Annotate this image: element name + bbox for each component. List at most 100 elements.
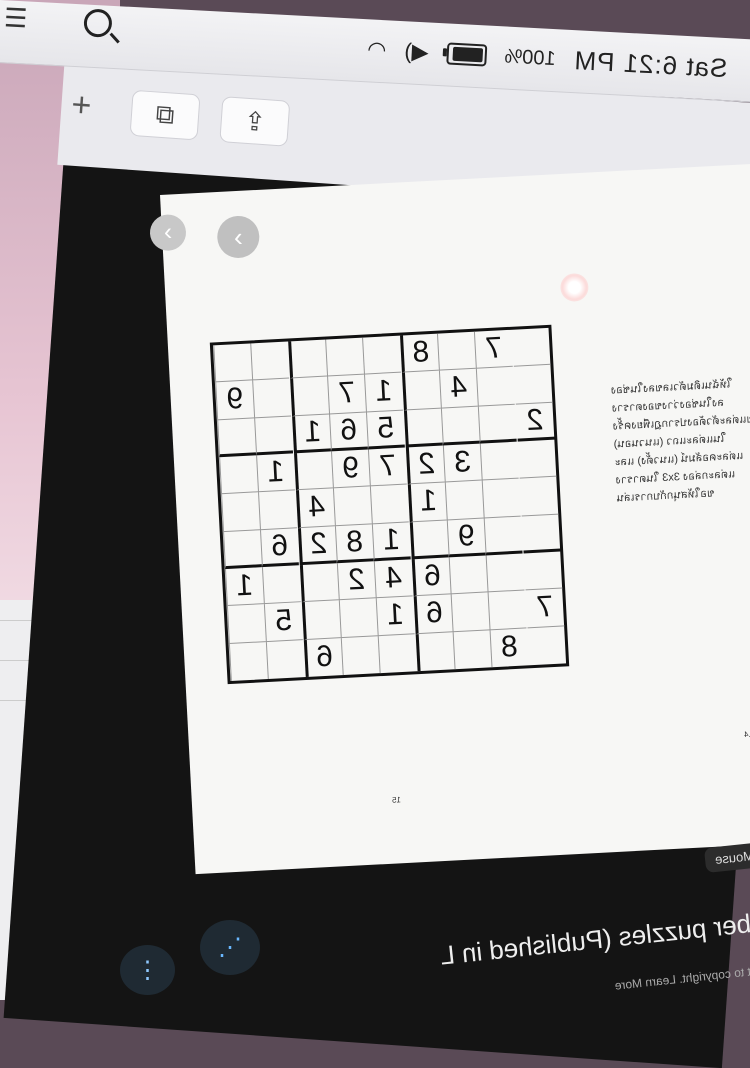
sudoku-cell (250, 341, 290, 381)
sudoku-cell (517, 439, 557, 479)
sudoku-cell: 1 (256, 453, 296, 493)
sudoku-cell (293, 451, 333, 491)
sudoku-cell: 7 (367, 447, 408, 487)
sudoku-cell (403, 408, 443, 448)
sudoku-cell: 4 (373, 559, 414, 599)
sudoku-cell: 4 (295, 488, 335, 528)
clock: Sat 6:21 PM (572, 44, 729, 83)
sudoku-cell (226, 604, 266, 644)
sudoku-cell: 2 (336, 561, 376, 601)
sudoku-cell: 8 (334, 524, 374, 564)
sudoku-cell: 5 (365, 410, 406, 450)
sudoku-cell (414, 631, 455, 672)
sudoku-cell (452, 630, 492, 670)
sudoku-cell: 2 (297, 525, 337, 566)
battery-percent: 100% (503, 44, 557, 70)
sudoku-cell (522, 551, 563, 591)
page-number: 14 (743, 729, 750, 740)
sudoku-cell (216, 418, 257, 458)
sudoku-cell (265, 639, 306, 680)
sudoku-cell: 7 (326, 374, 366, 415)
sudoku-cell: 1 (375, 596, 415, 636)
sudoku-cell (409, 520, 449, 560)
mouse-badge[interactable]: Mouse (703, 841, 750, 874)
sudoku-cell (477, 404, 518, 444)
sudoku-cell (436, 331, 476, 371)
sudoku-cell: 9 (330, 449, 370, 489)
sudoku-cell (401, 370, 441, 411)
share-button[interactable]: ⇪ (219, 96, 291, 147)
sudoku-cell: 6 (259, 527, 300, 568)
sudoku-cell: 1 (407, 482, 447, 523)
sudoku-cell (450, 592, 490, 632)
copy-icon: ⧉ (154, 98, 176, 130)
sudoku-cell (222, 529, 262, 570)
sudoku-cell (220, 492, 260, 532)
sudoku-cell (520, 514, 561, 554)
sudoku-cell: 1 (224, 567, 264, 607)
sudoku-cell: 4 (438, 369, 478, 409)
sudoku-cell: 6 (413, 594, 453, 634)
sudoku-cell (511, 327, 551, 368)
sudoku-cell: 1 (371, 522, 412, 562)
sudoku-cell (448, 555, 488, 595)
sudoku-cell: 8 (489, 628, 529, 668)
sudoku-cell (513, 365, 553, 405)
sudoku-cell: 9 (214, 380, 255, 420)
sudoku-cell: 1 (364, 372, 404, 413)
sudoku-cell: 1 (291, 414, 331, 454)
page-number: 15 (391, 795, 402, 805)
sudoku-cell (218, 455, 259, 495)
sudoku-cell: 6 (303, 637, 343, 678)
sudoku-cell (444, 480, 484, 521)
sudoku-cell: 9 (446, 518, 486, 558)
sudoku-cell (475, 367, 516, 407)
sudoku-grid: 87971416521972341628191246516768 (209, 324, 570, 685)
forward-button[interactable]: ‹ (216, 214, 261, 260)
sudoku-cell (485, 553, 525, 593)
add-tab-button[interactable]: + (70, 86, 92, 126)
share-graph-icon[interactable]: ⋰ (200, 920, 260, 975)
share-icon: ⇪ (242, 105, 267, 137)
sudoku-cell: 8 (399, 333, 439, 373)
instructions-text: ให้ฉันเติมตัวเลขลงในช่อง ลงในช่องว่างของ… (610, 373, 750, 508)
sudoku-cell (289, 376, 329, 417)
sudoku-cell (369, 484, 410, 525)
sudoku-cell (362, 335, 402, 375)
sudoku-cell (519, 476, 559, 517)
sudoku-cell (483, 516, 523, 556)
battery-fill (452, 46, 483, 63)
sudoku-cell (340, 635, 380, 676)
sudoku-cell (299, 563, 339, 603)
copy-button[interactable]: ⧉ (129, 89, 201, 141)
sudoku-cell: 5 (263, 602, 304, 642)
sudoku-cell (228, 641, 268, 681)
battery-icon (446, 42, 488, 67)
light-glare (559, 272, 590, 303)
sudoku-cell (481, 478, 521, 519)
sudoku-cell (324, 337, 365, 377)
sudoku-cell: 2 (405, 445, 445, 485)
sudoku-cell: 7 (524, 588, 565, 629)
sudoku-cell (487, 590, 527, 631)
sudoku-cell (338, 598, 378, 638)
book-page: ‹ ‹ 87971416521972341628191246516768 ให้… (149, 162, 750, 875)
sudoku-cell (479, 441, 520, 481)
sudoku-cell (258, 490, 298, 530)
more-icon[interactable]: ⋮ (120, 945, 175, 995)
sudoku-cell (440, 406, 480, 446)
sudoku-cell (261, 565, 302, 605)
sudoku-cell: 6 (328, 412, 368, 452)
sudoku-cell: 3 (442, 443, 482, 483)
sudoku-cell (252, 378, 292, 419)
sudoku-cell: 7 (473, 329, 514, 370)
sudoku-cell: 2 (515, 402, 555, 442)
menu-lines-icon[interactable]: ☰ (3, 2, 28, 34)
sudoku-cell (212, 343, 253, 383)
sudoku-cell: 6 (411, 557, 451, 597)
sudoku-cell (527, 626, 566, 665)
speaker-icon: ◀) (403, 38, 430, 65)
sudoku-cell (332, 486, 372, 526)
sudoku-cell (287, 339, 327, 379)
back-button[interactable]: ‹ (149, 213, 187, 252)
